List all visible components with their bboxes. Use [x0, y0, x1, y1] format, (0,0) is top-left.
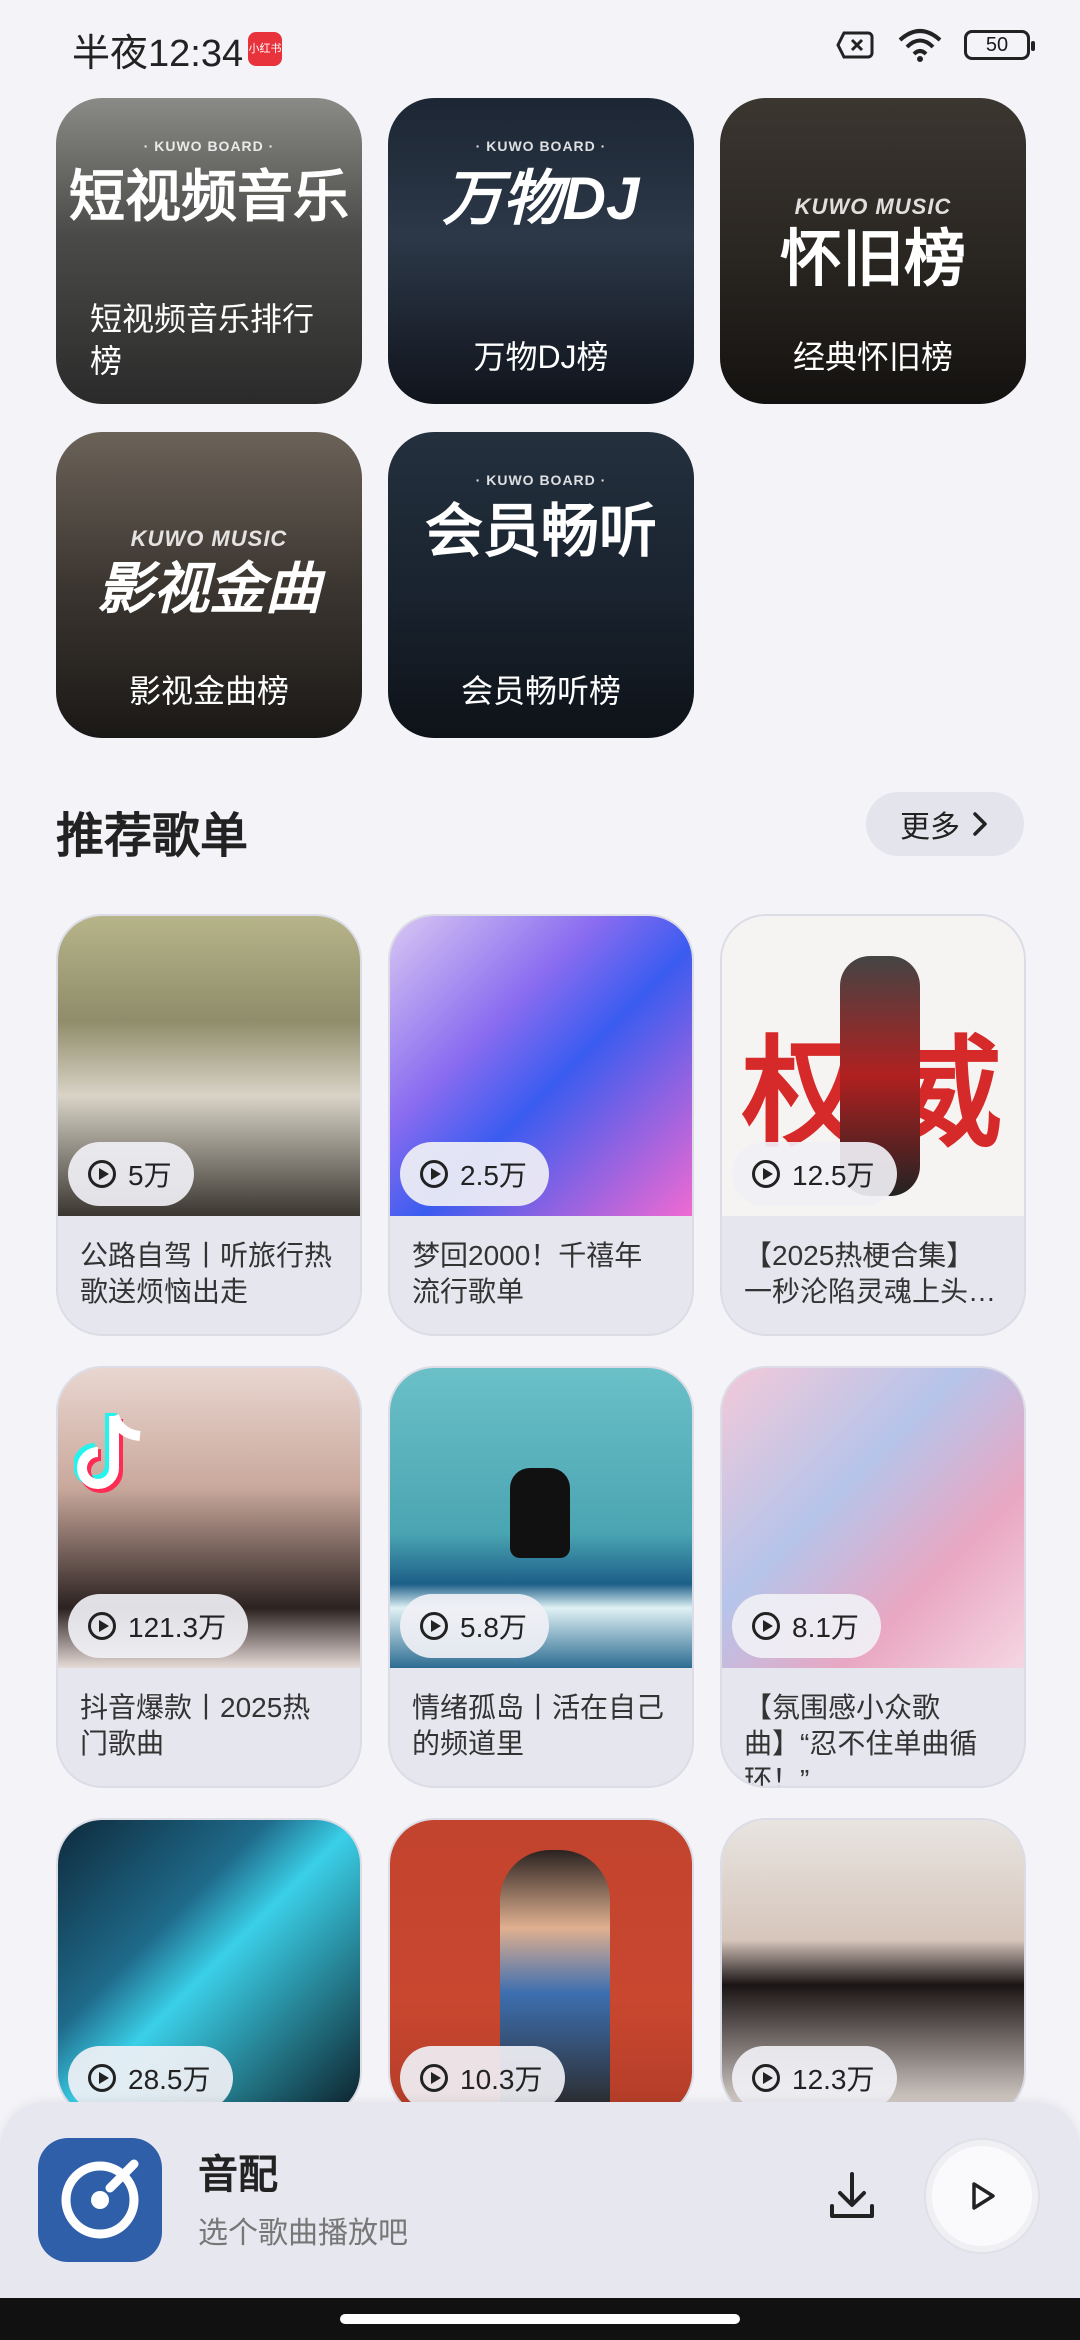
- play-count-badge: 5万: [68, 1142, 194, 1206]
- play-icon: [88, 1160, 116, 1188]
- ranking-card-film[interactable]: KUWO MUSIC 影视金曲 影视金曲榜: [56, 432, 362, 738]
- playlist-card[interactable]: 5.8万 情绪孤岛丨活在自己的频道里: [388, 1366, 694, 1788]
- playlist-cover: 121.3万: [58, 1368, 360, 1668]
- playlist-card[interactable]: 5万 公路自驾丨听旅行热歌送烦恼出走: [56, 914, 362, 1336]
- battery-icon: 50: [964, 30, 1035, 60]
- play-count: 121.3万: [128, 1612, 227, 1643]
- playlist-cover: 2.5万: [390, 916, 692, 1216]
- card-brand: · KUWO BOARD ·: [143, 138, 275, 154]
- play-icon: [420, 2064, 448, 2092]
- play-count: 10.3万: [460, 2064, 543, 2095]
- tiktok-logo-icon: [74, 1413, 141, 1493]
- card-cover-title: 万物DJ: [442, 165, 640, 232]
- card-label: 会员畅听榜: [460, 673, 621, 709]
- section-title: 推荐歌单: [56, 810, 249, 863]
- card-label: 万物DJ榜: [473, 339, 609, 375]
- card-brand: KUWO MUSIC: [794, 194, 952, 219]
- playlist-card[interactable]: 12.3万: [720, 1818, 1026, 2118]
- play-icon: [88, 1612, 116, 1640]
- card-cover-title: 怀旧榜: [779, 225, 966, 294]
- play-count-badge: 8.1万: [732, 1594, 881, 1658]
- card-label: 短视频音乐排行榜: [90, 301, 315, 379]
- play-count-badge: 10.3万: [400, 2046, 565, 2110]
- app-logo-icon[interactable]: [38, 2138, 162, 2262]
- player-title: 音配: [198, 2153, 278, 2197]
- play-icon: [752, 1160, 780, 1188]
- play-icon: [752, 2064, 780, 2092]
- playlist-title: 梦回2000！千禧年流行歌单: [412, 1240, 643, 1307]
- playlist-card[interactable]: 2.5万 梦回2000！千禧年流行歌单: [388, 914, 694, 1336]
- playlist-cover: 28.5万: [58, 1820, 360, 2116]
- status-time: 半夜12:34: [72, 33, 244, 75]
- play-count: 12.3万: [792, 2064, 875, 2095]
- play-count: 8.1万: [792, 1612, 859, 1643]
- card-label: 经典怀旧榜: [792, 339, 953, 375]
- playlist-title: 公路自驾丨听旅行热歌送烦恼出走: [80, 1240, 333, 1307]
- status-icons: 50: [836, 28, 1035, 62]
- card-cover-title: 影视金曲: [97, 557, 321, 620]
- card-label: 影视金曲榜: [128, 673, 289, 709]
- playlist-title: 抖音爆款丨2025热门歌曲: [80, 1692, 311, 1759]
- playlist-cover: 8.1万: [722, 1368, 1024, 1668]
- card-brand: KUWO MUSIC: [130, 526, 288, 551]
- card-cover-title: 短视频音乐: [69, 165, 349, 228]
- card-brand: · KUWO BOARD ·: [475, 472, 607, 488]
- play-icon: [972, 2182, 995, 2210]
- mini-player[interactable]: 音配 选个歌曲播放吧: [0, 2102, 1080, 2298]
- play-count: 5.8万: [460, 1612, 527, 1643]
- card-brand: · KUWO BOARD ·: [475, 138, 607, 154]
- ranking-card-short-video[interactable]: · KUWO BOARD · 短视频音乐 短视频音乐排行榜: [56, 98, 362, 404]
- ranking-card-nostalgia[interactable]: KUWO MUSIC 怀旧榜 经典怀旧榜: [720, 98, 1026, 404]
- playlist-card[interactable]: 权威 12.5万 【2025热梗合集】一秒沦陷灵魂上头…: [720, 914, 1026, 1336]
- play-icon: [88, 2064, 116, 2092]
- playlist-cover: 10.3万: [390, 1820, 692, 2116]
- playlist-title: 【2025热梗合集】一秒沦陷灵魂上头…: [744, 1240, 997, 1307]
- play-count: 12.5万: [792, 1160, 875, 1191]
- home-indicator[interactable]: [340, 2314, 740, 2324]
- playlist-title: 情绪孤岛丨活在自己的频道里: [412, 1692, 665, 1759]
- playlist-card[interactable]: 8.1万 【氛围感小众歌曲】“忍不住单曲循环！”: [720, 1366, 1026, 1788]
- ranking-card-vip[interactable]: · KUWO BOARD · 会员畅听 会员畅听榜: [388, 432, 694, 738]
- wifi-icon: [898, 29, 942, 62]
- play-icon: [752, 1612, 780, 1640]
- play-icon: [420, 1160, 448, 1188]
- card-cover-title: 会员畅听: [424, 499, 657, 564]
- more-label: 更多: [900, 811, 960, 844]
- play-count-badge: 2.5万: [400, 1142, 549, 1206]
- play-count-badge: 5.8万: [400, 1594, 549, 1658]
- playlist-card[interactable]: 10.3万: [388, 1818, 694, 2118]
- xiaohongshu-badge-icon: 小红书: [248, 32, 282, 66]
- chevron-right-icon: [973, 812, 987, 836]
- play-count: 5万: [128, 1160, 172, 1191]
- status-bar: 半夜12:34 小红书 50: [0, 0, 1080, 96]
- play-count-badge: 12.5万: [732, 1142, 897, 1206]
- playlist-card[interactable]: 28.5万: [56, 1818, 362, 2118]
- player-subtitle: 选个歌曲播放吧: [198, 2217, 408, 2250]
- play-count: 2.5万: [460, 1160, 527, 1191]
- play-count-badge: 12.3万: [732, 2046, 897, 2110]
- playlist-card[interactable]: 121.3万 抖音爆款丨2025热门歌曲: [56, 1366, 362, 1788]
- play-button[interactable]: [926, 2140, 1038, 2252]
- play-count: 28.5万: [128, 2064, 211, 2095]
- play-count-badge: 28.5万: [68, 2046, 233, 2110]
- more-button[interactable]: 更多: [866, 792, 1024, 856]
- cover-cat-figure: [510, 1468, 570, 1558]
- navigation-bar: [0, 2298, 1080, 2340]
- playlist-cover: 12.3万: [722, 1820, 1024, 2116]
- ranking-card-dj[interactable]: · KUWO BOARD · 万物DJ 万物DJ榜: [388, 98, 694, 404]
- playlist-cover: 5万: [58, 916, 360, 1216]
- play-count-badge: 121.3万: [68, 1594, 249, 1658]
- playlist-cover: 权威 12.5万: [722, 916, 1024, 1216]
- playlist-cover: 5.8万: [390, 1368, 692, 1668]
- play-icon: [420, 1612, 448, 1640]
- no-sim-icon: [836, 31, 874, 59]
- download-icon[interactable]: [822, 2166, 882, 2226]
- playlist-title: 【氛围感小众歌曲】“忍不住单曲循环！”: [744, 1692, 978, 1788]
